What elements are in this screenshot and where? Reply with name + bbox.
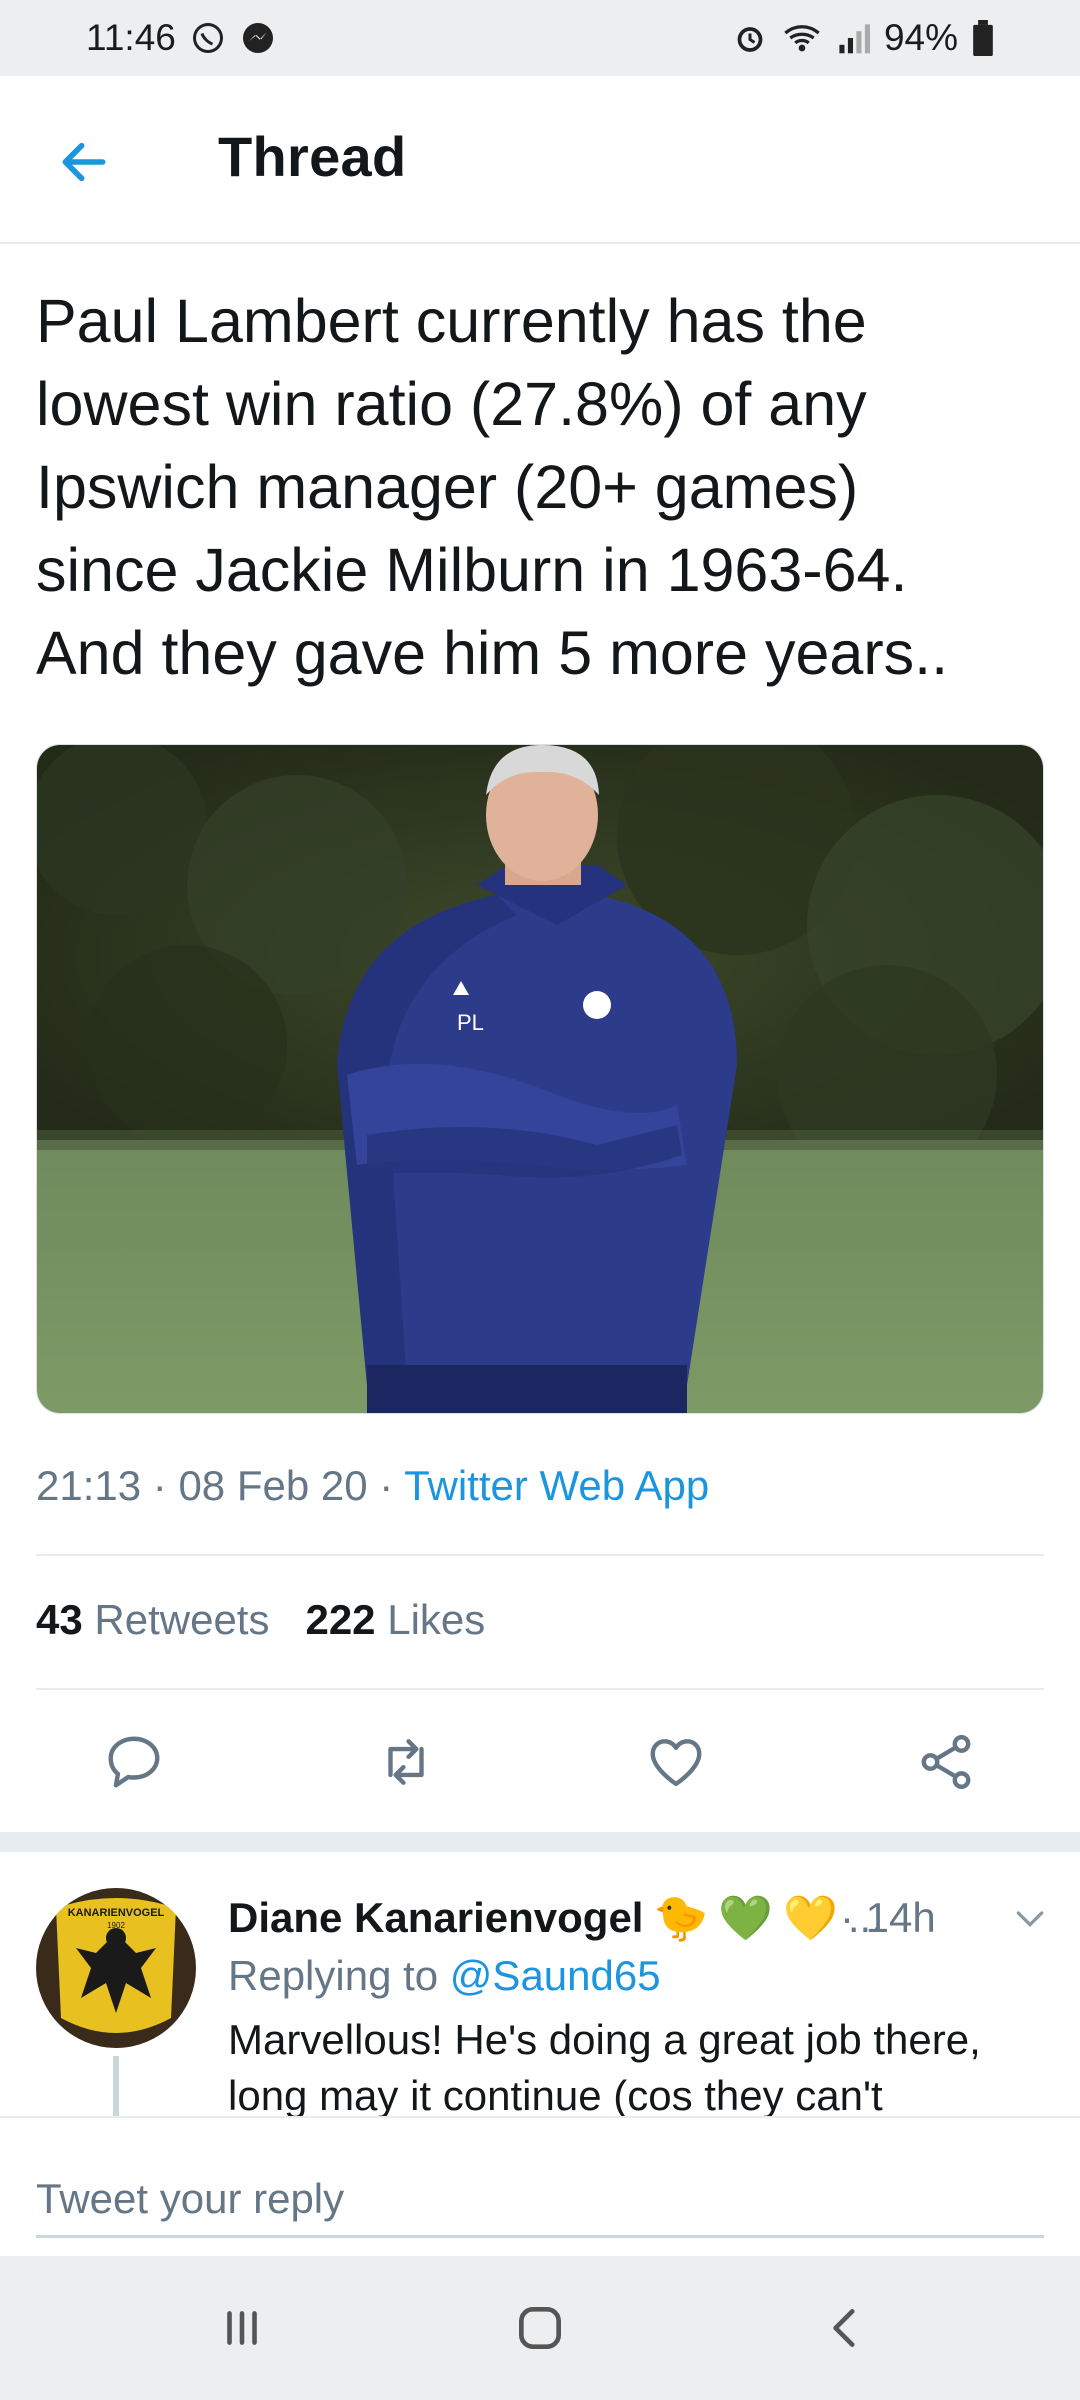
whatsapp-icon [190,20,226,56]
back-button[interactable] [52,130,116,194]
app-screen: 11:46 94% Thread Paul Lambert currently … [0,0,1080,2400]
header: Thread [0,76,1080,244]
home-button[interactable] [500,2292,580,2364]
recent-apps-icon [227,2311,257,2345]
divider [36,1688,1044,1690]
status-bar: 11:46 94% [0,0,1080,76]
tweet-text-line: Paul Lambert currently has the [36,287,867,355]
heart-icon [650,1739,702,1787]
manager-photo-illustration: PL [37,745,1043,1413]
kanarienvogel-badge-icon: KANARIENVOGEL 1902 [36,1888,196,2048]
tweet-actions [0,1720,1080,1804]
reply-composer [0,2116,1080,2256]
likes-label: Likes [387,1596,486,1643]
thread-line [113,2056,119,2116]
reply-author[interactable]: Diane Kanarienvogel 🐤 💚 💛 ... [228,1892,883,1944]
tweet-text-line: since Jackie Milburn in 1963-64. [36,536,908,604]
tweet-text-line: Ipswich manager (20+ games) [36,453,859,521]
share-button[interactable] [904,1720,988,1804]
section-divider [0,1832,1080,1852]
messenger-icon [240,20,276,56]
reply-button[interactable] [92,1720,176,1804]
status-right: 94% [732,17,994,59]
status-time: 11:46 [86,17,176,58]
tweet-text-line: lowest win ratio (27.8%) of any [36,370,867,438]
tweet-date: 08 Feb 20 [178,1462,368,1509]
back-nav-button[interactable] [806,2292,886,2364]
divider [36,1554,1044,1556]
jacket-initials: PL [457,1010,484,1035]
reply-menu-button[interactable] [1010,1898,1050,1938]
battery-icon [972,20,994,56]
alarm-icon [732,20,768,56]
tweet-text: Paul Lambert currently has the lowest wi… [36,280,1046,695]
retweets-stat[interactable]: 43 Retweets [36,1596,269,1644]
recent-apps-button[interactable] [202,2292,282,2364]
chevron-left-icon [833,2309,855,2347]
reply-time: · 14h [840,1894,936,1941]
home-icon [519,2307,561,2349]
green-heart-emoji-icon: 💚 [718,1893,774,1944]
mention-link[interactable]: @Saund65 [450,1952,661,1999]
replying-to: Replying to @Saund65 [228,1952,661,2000]
tweet-text-line: And they gave him 5 more years.. [36,619,949,687]
yellow-heart-emoji-icon: 💛 [783,1893,838,1944]
chick-emoji-icon: 🐤 [653,1893,709,1944]
tweet-source-link[interactable]: Twitter Web App [404,1462,709,1509]
reply-author-name: Diane Kanarienvogel [228,1894,644,1941]
avatar[interactable]: KANARIENVOGEL 1902 [36,1888,196,2048]
avatar-text: KANARIENVOGEL [68,1907,165,1919]
reply-icon [108,1736,160,1788]
likes-count: 222 [305,1596,376,1643]
replying-to-label: Replying to [228,1952,439,1999]
retweets-label: Retweets [94,1596,270,1643]
page-title: Thread [218,125,407,188]
retweet-icon [388,1739,424,1785]
tweet-photo[interactable]: PL [36,744,1044,1414]
share-icon [921,1735,971,1789]
retweets-count: 43 [36,1596,83,1643]
reply-input[interactable] [36,2162,1044,2238]
reply-tweet[interactable]: KANARIENVOGEL 1902 Diane Kanarienvogel 🐤… [0,1852,1080,2116]
avatar-year: 1902 [107,1921,125,1930]
back-arrow-icon [62,142,106,182]
wifi-icon [782,20,822,56]
battery-percent: 94% [883,17,958,58]
tweet-time: 21:13 [36,1462,142,1509]
status-left: 11:46 [86,17,276,59]
system-nav-bar [0,2256,1080,2400]
tweet-meta: 21:13 · 08 Feb 20 · Twitter Web App [36,1462,710,1509]
likes-stat[interactable]: 222 Likes [305,1596,485,1644]
tweet-stats: 43 Retweets 222 Likes [36,1596,485,1644]
retweet-button[interactable] [364,1720,448,1804]
chevron-down-icon [1016,1911,1044,1928]
like-button[interactable] [634,1720,718,1804]
signal-icon [836,20,870,56]
reply-text: Marvellous! He's doing a great job there… [228,2016,981,2116]
